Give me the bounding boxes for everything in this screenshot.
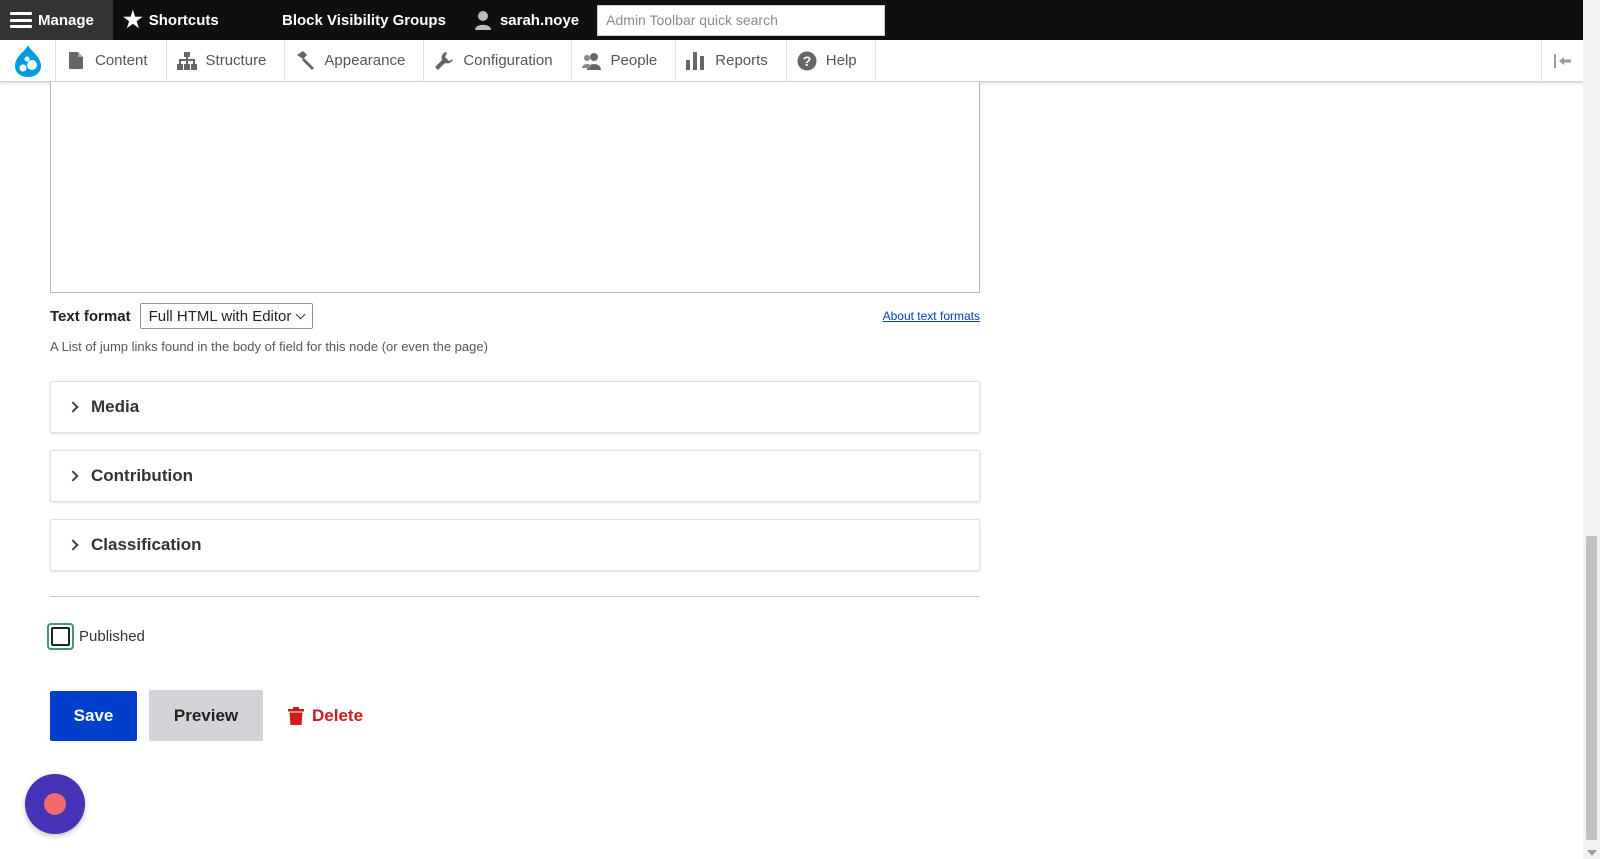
- divider: [50, 596, 980, 597]
- published-label[interactable]: Published: [79, 628, 145, 645]
- wrench-icon: [434, 51, 454, 71]
- help-icon: ?: [797, 51, 817, 71]
- tray-spacer: [876, 40, 1541, 81]
- record-dot-icon: [44, 793, 66, 815]
- tray-item-label: People: [610, 52, 658, 69]
- chevron-right-icon: [67, 539, 79, 551]
- admin-toolbar: Manage ★ Shortcuts Block Visibility Grou…: [0, 0, 1583, 40]
- text-format-row: Text format Full HTML with Editor About …: [50, 302, 980, 330]
- record-button[interactable]: [25, 774, 85, 834]
- scrollbar-thumb[interactable]: [1586, 536, 1597, 840]
- hierarchy-icon: [176, 51, 197, 71]
- delete-label: Delete: [312, 705, 364, 725]
- tray-item-label: Reports: [715, 52, 768, 69]
- section-media-label: Media: [91, 397, 140, 416]
- published-checkbox[interactable]: [51, 627, 70, 646]
- text-format-select[interactable]: Full HTML with Editor: [139, 303, 314, 329]
- chevron-down-icon: [295, 309, 306, 319]
- form-actions: Save Preview Delete: [50, 690, 363, 741]
- section-contribution[interactable]: Contribution: [50, 450, 980, 502]
- tray-item-content[interactable]: Content: [56, 40, 167, 81]
- shortcuts-button[interactable]: ★ Shortcuts: [113, 0, 263, 40]
- delete-button[interactable]: Delete: [288, 706, 363, 726]
- site-label: Block Visibility Groups: [282, 11, 446, 29]
- manage-button[interactable]: Manage: [0, 0, 113, 40]
- section-contribution-label: Contribution: [91, 466, 193, 485]
- field-description: A List of jump links found in the body o…: [50, 339, 488, 354]
- text-format-label: Text format: [50, 307, 131, 325]
- svg-text:?: ?: [803, 53, 812, 69]
- text-format-value: Full HTML with Editor: [148, 307, 292, 325]
- bar-chart-icon: [686, 51, 706, 71]
- hamburger-icon: [10, 12, 32, 28]
- body-editor-area[interactable]: [50, 82, 980, 293]
- scroll-down-arrow-icon[interactable]: [1587, 850, 1597, 856]
- save-button[interactable]: Save: [50, 690, 137, 741]
- user-icon: [474, 10, 492, 30]
- tray-item-reports[interactable]: Reports: [676, 40, 787, 81]
- chevron-right-icon: [67, 401, 79, 413]
- site-link[interactable]: Block Visibility Groups: [263, 0, 460, 40]
- section-media[interactable]: Media: [50, 381, 980, 433]
- star-icon: ★: [123, 7, 143, 32]
- tray-item-label: Configuration: [463, 52, 553, 69]
- tray-item-people[interactable]: People: [572, 40, 677, 81]
- published-field: Published: [47, 623, 145, 650]
- user-label: sarah.noye: [499, 11, 580, 29]
- tray-item-label: Appearance: [324, 52, 406, 69]
- preview-button[interactable]: Preview: [149, 690, 263, 741]
- people-icon: [581, 51, 602, 71]
- chevron-right-icon: [67, 470, 79, 482]
- shortcuts-label: Shortcuts: [148, 11, 219, 29]
- user-menu-button[interactable]: sarah.noye: [460, 0, 593, 40]
- section-classification-label: Classification: [91, 535, 202, 554]
- published-checkbox-focus-ring: [47, 623, 74, 650]
- search-input[interactable]: [597, 4, 886, 36]
- section-classification[interactable]: Classification: [50, 519, 980, 571]
- tray-item-label: Content: [95, 52, 148, 69]
- manage-label: Manage: [38, 11, 94, 29]
- tray-item-label: Help: [825, 52, 857, 69]
- trash-icon: [288, 706, 304, 725]
- drupal-logo-icon[interactable]: [0, 40, 56, 81]
- admin-tray: Content Structure Appearance Configurati…: [0, 40, 1583, 82]
- tray-item-structure[interactable]: Structure: [167, 40, 286, 81]
- page-icon: [66, 51, 86, 71]
- page-scrollbar[interactable]: [1583, 0, 1600, 859]
- about-text-formats-link[interactable]: About text formats: [883, 309, 980, 323]
- collapse-tray-icon[interactable]: [1541, 40, 1583, 81]
- tray-item-appearance[interactable]: Appearance: [285, 40, 425, 81]
- paint-hammer-icon: [295, 50, 315, 71]
- tray-item-configuration[interactable]: Configuration: [424, 40, 572, 81]
- tray-item-label: Structure: [205, 52, 267, 69]
- tray-item-help[interactable]: ? Help: [787, 40, 876, 81]
